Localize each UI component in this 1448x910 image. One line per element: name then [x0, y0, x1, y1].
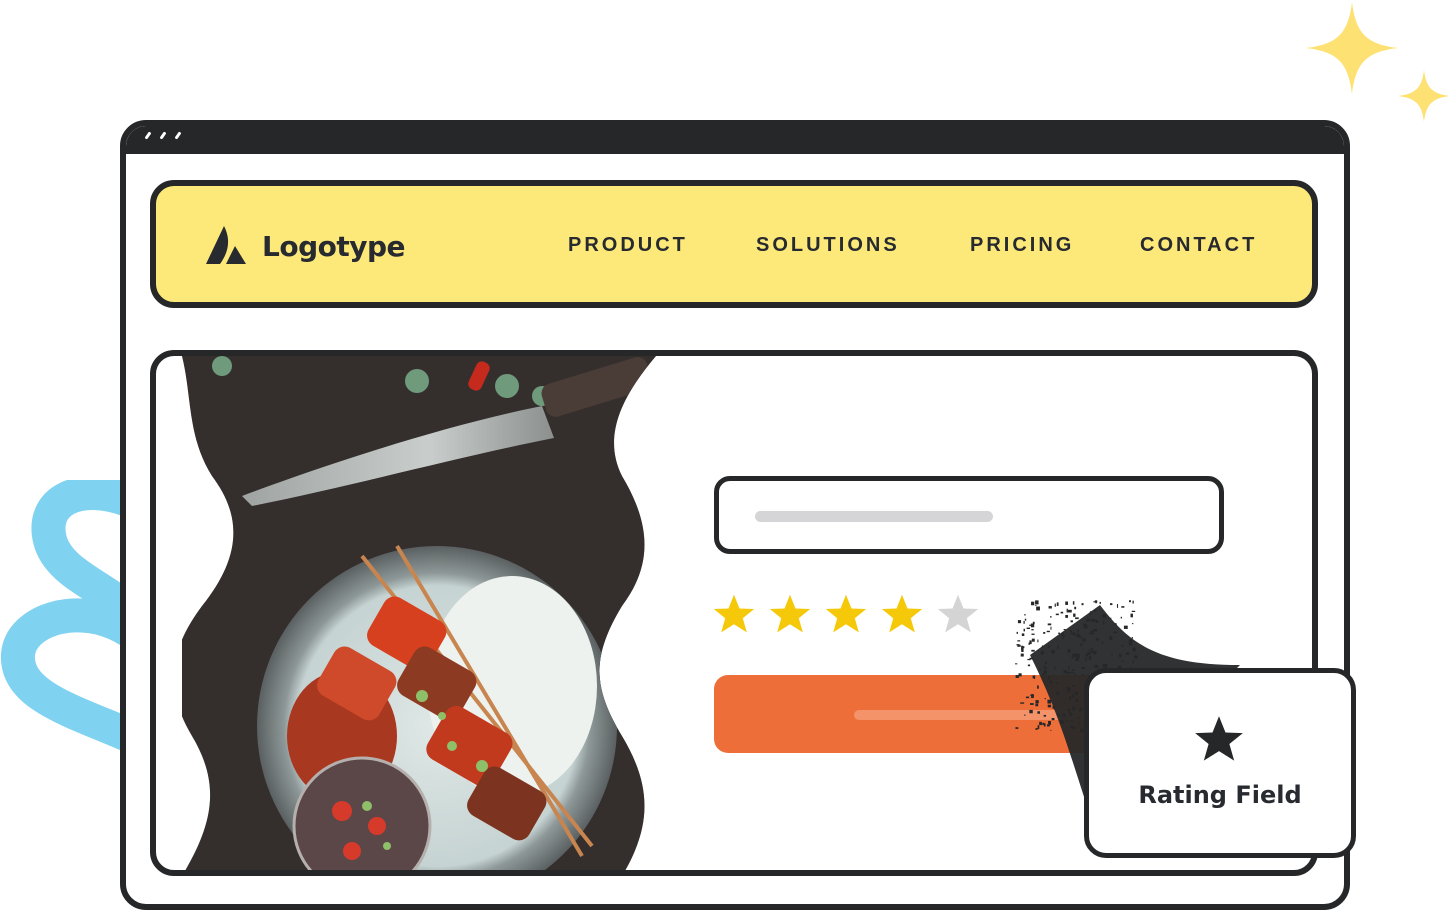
text-input-field[interactable] [714, 476, 1224, 554]
nav-link-product[interactable]: PRODUCT [568, 234, 688, 257]
food-photo [182, 356, 656, 870]
star-icon [1195, 716, 1243, 761]
window-controls[interactable] [144, 131, 182, 140]
rating-field-label: Rating Field [1138, 781, 1302, 809]
decorative-swirl [1, 480, 140, 750]
input-placeholder-bar [755, 511, 993, 522]
star-filled-icon[interactable] [768, 592, 812, 636]
site-navbar: Logotype PRODUCT SOLUTIONS PRICING CONTA… [150, 180, 1318, 308]
star-empty-icon[interactable] [936, 592, 980, 636]
window-titlebar [126, 126, 1344, 154]
nav-link-solutions[interactable]: SOLUTIONS [756, 234, 900, 257]
star-filled-icon[interactable] [880, 592, 924, 636]
star-rating[interactable] [712, 592, 980, 636]
nav-link-contact[interactable]: CONTACT [1140, 234, 1257, 257]
star-filled-icon[interactable] [712, 592, 756, 636]
nav-link-pricing[interactable]: PRICING [970, 234, 1074, 257]
rating-field-card[interactable]: Rating Field [1084, 668, 1356, 858]
window-dot-icon [159, 131, 167, 140]
window-dot-icon [174, 131, 182, 140]
nav-links: PRODUCT SOLUTIONS PRICING CONTACT [156, 186, 1312, 302]
star-filled-icon[interactable] [824, 592, 868, 636]
sparkle-icon [1306, 2, 1398, 94]
window-dot-icon [144, 131, 152, 140]
sparkle-small-icon [1398, 70, 1448, 122]
